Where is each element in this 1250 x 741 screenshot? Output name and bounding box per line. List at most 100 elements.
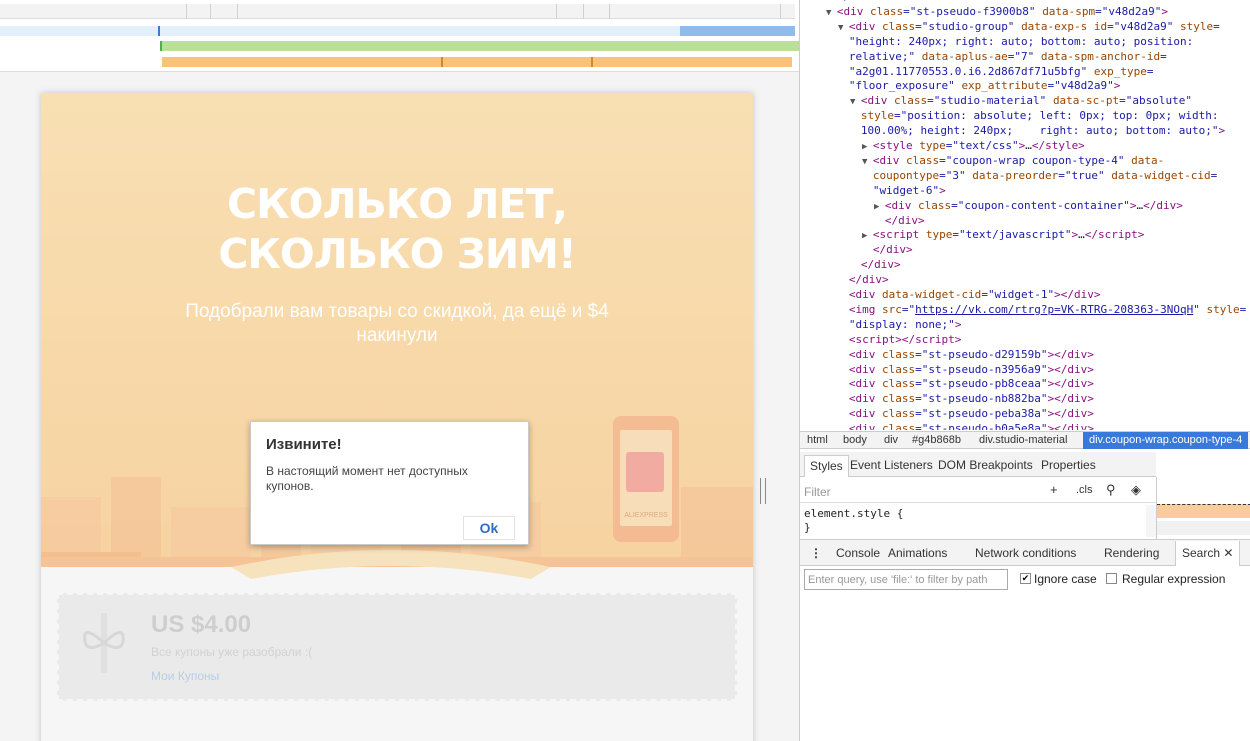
dom-node-line[interactable]: </div> — [862, 243, 913, 258]
dom-node-line[interactable]: <div class="st-pseudo-d29159b"></div> — [838, 348, 1094, 363]
dom-node-line[interactable]: <img src="https://vk.com/rtrg?p=VK-RTRG-… — [838, 303, 1246, 318]
breadcrumb-item[interactable]: #g4b868b — [912, 434, 961, 446]
dom-node-line[interactable]: <script></script> — [838, 333, 962, 348]
dom-node-line[interactable]: "widget-6"> — [862, 184, 946, 199]
dom-node-markup: <div class="coupon-wrap coupon-type-4" d… — [872, 153, 1165, 167]
dom-node-line[interactable]: ▶ <style type="text/css">…</style> — [862, 139, 1085, 154]
dom-node-line[interactable]: "display: none;"> — [838, 318, 962, 333]
dom-node-markup: "widget-6"> — [872, 183, 946, 197]
timeline-marker — [160, 41, 162, 51]
tab-event-listeners[interactable]: Event Listeners — [850, 458, 933, 472]
breadcrumb-item-selected[interactable]: div.coupon-wrap.coupon-type-4 — [1083, 432, 1249, 449]
expand-right-icon[interactable]: ▶ — [862, 231, 873, 241]
breadcrumb-item[interactable]: div.studio-material — [979, 434, 1067, 446]
dom-node-line[interactable]: "a2g01.11770553.0.i6.2d867df71u5bfg" exp… — [838, 65, 1154, 80]
dom-node-line[interactable]: <div data-widget-cid="widget-1"></div> — [838, 288, 1101, 303]
close-icon[interactable]: ✕ — [1223, 546, 1233, 560]
dom-node-line[interactable]: </div> — [838, 273, 889, 288]
dom-node-markup: <script type="text/javascript">…</script… — [872, 228, 1145, 242]
dom-node-line[interactable]: ▼ <div class="st-pseudo-f3900b8" data-sp… — [826, 5, 1168, 20]
breadcrumb-item[interactable]: div — [884, 434, 898, 446]
tab-dom-breakpoints[interactable]: DOM Breakpoints — [938, 458, 1033, 472]
dom-node-line[interactable]: relative;" data-aplus-ae="7" data-spm-an… — [838, 50, 1167, 65]
expand-right-icon[interactable]: ▶ — [862, 142, 873, 152]
dom-node-line[interactable]: "height: 240px; right: auto; bottom: aut… — [838, 35, 1193, 50]
dom-node-markup: </div> — [860, 258, 901, 272]
regex-checkbox[interactable] — [1106, 573, 1117, 584]
element-style-selector[interactable]: element.style { — [804, 507, 903, 520]
drawer-menu-icon[interactable]: ⋮ — [810, 546, 822, 560]
dom-node-line[interactable]: ▼ <div class="studio-group" data-exp-s i… — [838, 20, 1220, 35]
dom-node-line[interactable]: <div class="st-pseudo-n3956a9"></div> — [838, 363, 1094, 378]
dom-node-markup: </div> — [884, 213, 925, 227]
timeline-tick — [556, 4, 557, 19]
dom-node-line[interactable]: <div class="st-pseudo-b0a5e8a"></div> — [838, 422, 1094, 430]
dom-node-line[interactable]: </div> — [850, 258, 901, 273]
dom-node-line[interactable]: ▶ <script type="text/javascript">…</scri… — [862, 228, 1144, 243]
tab-animations[interactable]: Animations — [888, 546, 947, 560]
expand-down-icon[interactable]: ▼ — [826, 8, 837, 18]
breadcrumb-item[interactable]: html — [807, 434, 828, 446]
dom-node-line[interactable]: ▶ <div class="coupon-content-container">… — [874, 199, 1183, 214]
ignore-case-checkbox[interactable]: ✔ — [1020, 573, 1031, 584]
add-rule-icon[interactable]: + — [1050, 482, 1058, 497]
search-row: ✔ Ignore case Regular expression — [800, 567, 1250, 593]
dom-node-line[interactable]: <div class="st-pseudo-peba38a"></div> — [838, 407, 1094, 422]
dom-node-line[interactable]: <div class="st-pseudo-nb882ba"></div> — [838, 392, 1094, 407]
dom-node-line[interactable]: coupontype="3" data-preorder="true" data… — [862, 169, 1217, 184]
tab-rendering[interactable]: Rendering — [1104, 546, 1159, 560]
expand-down-icon[interactable]: ▼ — [838, 23, 849, 33]
dom-node-markup: <div class="studio-material" data-sc-pt=… — [860, 94, 1193, 108]
styles-filter-input[interactable]: Filter — [804, 485, 831, 499]
dom-node-markup: "floor_exposure" exp_attribute="v48d2a9"… — [848, 79, 1121, 93]
dom-node-line[interactable]: </div> — [874, 214, 925, 229]
styles-scrollbar[interactable] — [1146, 505, 1156, 537]
expand-down-icon[interactable]: ▼ — [850, 97, 861, 107]
tab-properties[interactable]: Properties — [1041, 458, 1096, 472]
network-timeline — [0, 0, 800, 72]
panel-resize-handle[interactable] — [760, 478, 766, 504]
tab-console[interactable]: Console — [836, 546, 880, 560]
dom-node-markup: 100.00%; height: 240px; right: auto; bot… — [860, 124, 1226, 138]
timeline-bar-green — [161, 41, 800, 51]
expand-right-icon[interactable]: ▶ — [874, 202, 885, 212]
timeline-marker — [591, 57, 593, 67]
dom-node-markup: <div class="st-pseudo-n3956a9"></div> — [848, 362, 1094, 376]
dom-node-markup: "a2g01.11770553.0.i6.2d867df71u5bfg" exp… — [848, 64, 1154, 78]
cls-toggle[interactable]: .cls — [1076, 484, 1093, 496]
search-input[interactable] — [804, 569, 1008, 590]
dom-node-line[interactable]: ▼ <div class="studio-material" data-sc-p… — [850, 94, 1192, 109]
dialog-title: Извините! — [266, 436, 342, 453]
tab-network-conditions[interactable]: Network conditions — [975, 546, 1076, 560]
dom-node-markup: <div data-widget-cid="widget-1"></div> — [848, 288, 1101, 301]
box-model-margin — [1157, 504, 1250, 518]
timeline-tick — [186, 4, 187, 19]
pin-icon[interactable]: ⚲ — [1106, 482, 1116, 498]
dom-node-line[interactable]: <div class="st-pseudo-pb8ceaa"></div> — [838, 377, 1094, 392]
dom-node-line[interactable]: ▼ <div class="coupon-wrap coupon-type-4"… — [862, 154, 1164, 169]
expand-down-icon[interactable]: ▼ — [862, 157, 873, 167]
dom-node-markup: relative;" data-aplus-ae="7" data-spm-an… — [848, 49, 1167, 63]
tab-search[interactable]: Search ✕ — [1175, 541, 1241, 566]
dom-node-line[interactable]: "floor_exposure" exp_attribute="v48d2a9"… — [838, 79, 1121, 94]
element-style-close: } — [804, 521, 811, 534]
dom-node-line[interactable]: style="position: absolute; left: 0px; to… — [850, 109, 1219, 124]
box-model-scrollbar[interactable] — [1157, 521, 1250, 535]
ok-button[interactable]: Ok — [463, 516, 515, 540]
tab-styles[interactable]: Styles — [804, 455, 849, 477]
dom-node-line[interactable]: 100.00%; height: 240px; right: auto; bot… — [850, 124, 1225, 139]
styles-tab-bar: Styles Event Listeners DOM Breakpoints P… — [800, 452, 1156, 477]
breadcrumb-item[interactable]: body — [843, 434, 867, 446]
rendering-toggle-icon[interactable]: ◈ — [1131, 482, 1141, 498]
timeline-bar-light — [0, 26, 795, 36]
